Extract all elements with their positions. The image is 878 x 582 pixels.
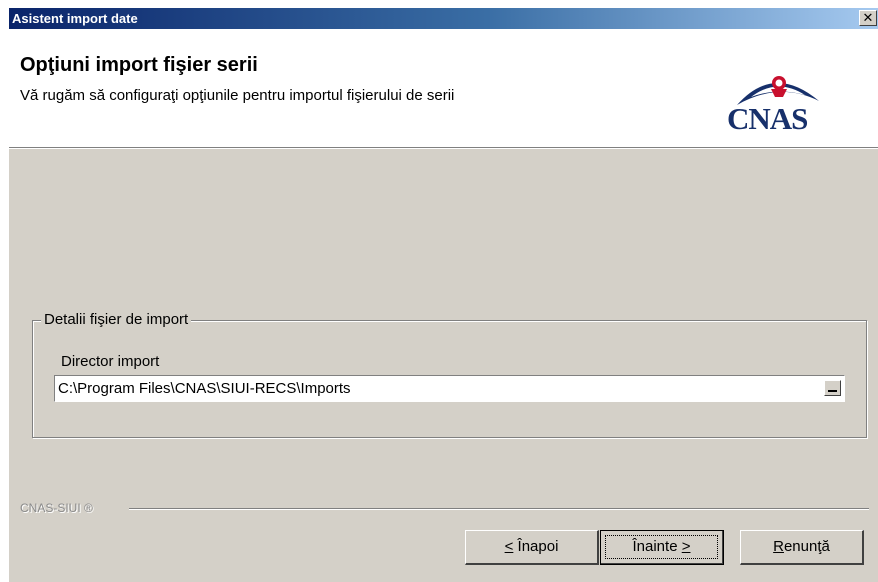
close-button[interactable]: ✕	[859, 10, 877, 26]
director-import-input[interactable]: C:\Program Files\CNAS\SIUI-RECS\Imports	[54, 375, 845, 402]
back-label: Înapoi	[513, 538, 559, 555]
cnas-logo: CNAS	[719, 67, 859, 147]
window-title: Asistent import date	[12, 11, 138, 26]
header-divider	[9, 147, 878, 149]
group-legend: Detalii fişier de import	[41, 311, 192, 328]
import-details-group: Detalii fişier de import Director import…	[32, 311, 867, 438]
wizard-header: Opţiuni import fişier serii Vă rugăm să …	[9, 29, 878, 147]
back-button[interactable]: < Înapoi	[465, 530, 599, 565]
browse-button[interactable]	[824, 380, 841, 396]
page-subtitle: Vă rugăm să configuraţi opţiunile pentru…	[20, 87, 455, 104]
wizard-window: Asistent import date ✕ Opţiuni import fi…	[8, 7, 878, 582]
close-icon: ✕	[862, 10, 874, 25]
cancel-button[interactable]: Renunţă	[740, 530, 864, 565]
ellipsis-icon	[828, 390, 837, 392]
cancel-mnemonic: R	[773, 538, 784, 555]
next-button[interactable]: Înainte >	[600, 530, 724, 565]
director-import-label: Director import	[61, 353, 160, 370]
cancel-label: enunţă	[783, 538, 830, 555]
title-bar[interactable]: Asistent import date ✕	[9, 8, 878, 29]
footer-divider	[129, 508, 869, 510]
page-title: Opţiuni import fişier serii	[20, 54, 258, 76]
footer-brand: CNAS-SIUI ®	[20, 501, 93, 515]
logo-text: CNAS	[727, 101, 808, 136]
focus-rect	[605, 535, 718, 559]
director-import-value: C:\Program Files\CNAS\SIUI-RECS\Imports	[58, 380, 351, 397]
